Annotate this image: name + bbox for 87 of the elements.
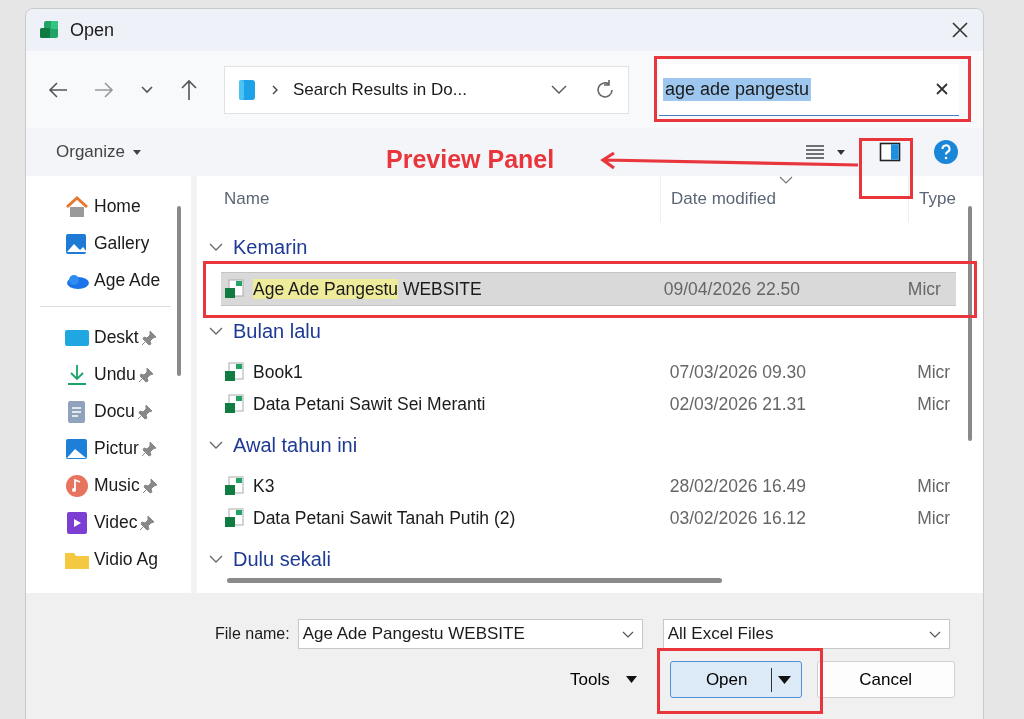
file-type-dropdown[interactable]: All Excel Files [662, 619, 950, 649]
chevron-down-icon [621, 630, 634, 638]
file-name-field[interactable]: Age Ade Pangestu WEBSITE [297, 619, 643, 649]
group-header[interactable]: Kemarin [233, 235, 308, 259]
file-name-label: File name: [215, 625, 290, 643]
file-name: Age Ade Pangestu WEBSITE [253, 278, 482, 300]
cancel-button[interactable]: Cancel [816, 661, 955, 698]
column-header[interactable]: Name [207, 176, 660, 222]
file-date: 09/04/2026 22.50 [662, 278, 801, 300]
forward-arrow-icon[interactable] [94, 80, 114, 99]
chevron-down-icon[interactable] [140, 84, 154, 95]
window-title: Open [70, 19, 116, 41]
sidebar-item[interactable]: Videc [64, 504, 166, 541]
spreadsheet-file-icon [223, 475, 245, 497]
file-type: Micr [916, 475, 952, 497]
spreadsheet-file-icon [223, 507, 245, 529]
sort-chevron-icon [779, 176, 793, 184]
file-date: 02/03/2026 21.31 [668, 393, 808, 415]
caret-icon[interactable] [837, 149, 845, 155]
highlight-box [859, 138, 913, 199]
file-name: K3 [253, 475, 275, 497]
file-type: Micr [916, 393, 952, 415]
help-icon[interactable] [933, 139, 959, 165]
open-button[interactable]: Open [669, 661, 802, 698]
group-header[interactable]: Dulu sekali [233, 547, 331, 571]
sidebar-item[interactable]: Undu [64, 356, 166, 393]
chevron-icon[interactable] [209, 440, 223, 450]
back-arrow-icon[interactable] [48, 80, 68, 99]
file-row[interactable]: Data Petani Sawit Sei Meranti 02/03/2026 21.31 Micr [221, 388, 966, 420]
chevron-down-icon [928, 630, 941, 638]
chevron-icon[interactable] [209, 554, 223, 564]
spreadsheet-file-icon [223, 393, 245, 415]
caret-icon [777, 675, 791, 684]
sidebar-item[interactable]: Vidio Ag [64, 541, 166, 578]
file-row[interactable]: Book1 07/03/2026 09.30 Micr [221, 356, 966, 388]
sidebar-item[interactable]: Home [64, 188, 166, 225]
scrollbar-thumb[interactable] [227, 578, 722, 583]
spreadsheet-file-icon [223, 278, 245, 300]
file-row[interactable]: Data Petani Sawit Tanah Putih (2) 03/02/2026 16.12 Micr [221, 502, 966, 534]
home-icon [64, 194, 90, 219]
tools-button[interactable]: Tools [570, 669, 637, 690]
annotation-label: Preview Panel [386, 145, 555, 174]
up-arrow-icon[interactable] [180, 78, 198, 101]
file-type: Micr [916, 361, 952, 383]
sidebar-item[interactable]: Deskt [64, 319, 166, 356]
sidebar-item[interactable]: Gallery [64, 225, 166, 262]
chevron-icon[interactable] [209, 242, 223, 252]
videos-icon [64, 510, 90, 535]
refresh-icon[interactable] [594, 78, 616, 101]
music-icon [64, 473, 90, 498]
close-icon[interactable] [951, 21, 969, 39]
address-bar[interactable]: Search Results in Do... [224, 65, 629, 114]
scrollbar-thumb[interactable] [177, 206, 181, 376]
scrollbar-thumb[interactable] [968, 206, 972, 441]
spreadsheet-file-icon [223, 361, 245, 383]
file-row[interactable]: Age Ade Pangestu WEBSITE 09/04/2026 22.50 Micr [221, 272, 956, 306]
spreadsheet-icon [38, 19, 60, 41]
chevron-right-icon [271, 83, 279, 96]
file-type: Micr [916, 507, 952, 529]
chevron-down-icon[interactable] [550, 84, 568, 95]
breadcrumb[interactable]: Search Results in Do... [293, 79, 536, 100]
column-header[interactable]: Date modified [660, 176, 908, 222]
file-date: 03/02/2026 16.12 [668, 507, 808, 529]
pictures-icon [64, 436, 90, 461]
list-view-icon[interactable] [805, 144, 825, 160]
search-value: age ade pangestu [663, 77, 812, 101]
file-date: 07/03/2026 09.30 [668, 361, 808, 383]
preview-pane-icon[interactable] [879, 142, 901, 162]
folder-icon [237, 77, 257, 102]
file-name: Book1 [253, 361, 303, 383]
clear-icon[interactable] [935, 82, 949, 96]
sidebar-item[interactable]: Docu [64, 393, 166, 430]
file-name: Data Petani Sawit Tanah Putih (2) [253, 507, 516, 529]
group-header[interactable]: Awal tahun ini [233, 433, 358, 457]
sidebar-item[interactable]: Age Ade [64, 262, 166, 299]
file-date: 28/02/2026 16.49 [668, 475, 808, 497]
caret-icon [133, 149, 141, 155]
sidebar-item[interactable]: Pictur [64, 430, 166, 467]
group-header[interactable]: Bulan lalu [233, 319, 321, 343]
search-field[interactable]: age ade pangestu [659, 63, 959, 116]
caret-icon [625, 676, 637, 683]
sidebar-item[interactable]: Music [64, 467, 166, 504]
file-type: Micr [906, 278, 942, 300]
organize-button[interactable]: Organize [54, 140, 143, 164]
file-row[interactable]: K3 28/02/2026 16.49 Micr [221, 470, 966, 502]
file-name: Data Petani Sawit Sei Meranti [253, 393, 486, 415]
chevron-icon[interactable] [209, 326, 223, 336]
